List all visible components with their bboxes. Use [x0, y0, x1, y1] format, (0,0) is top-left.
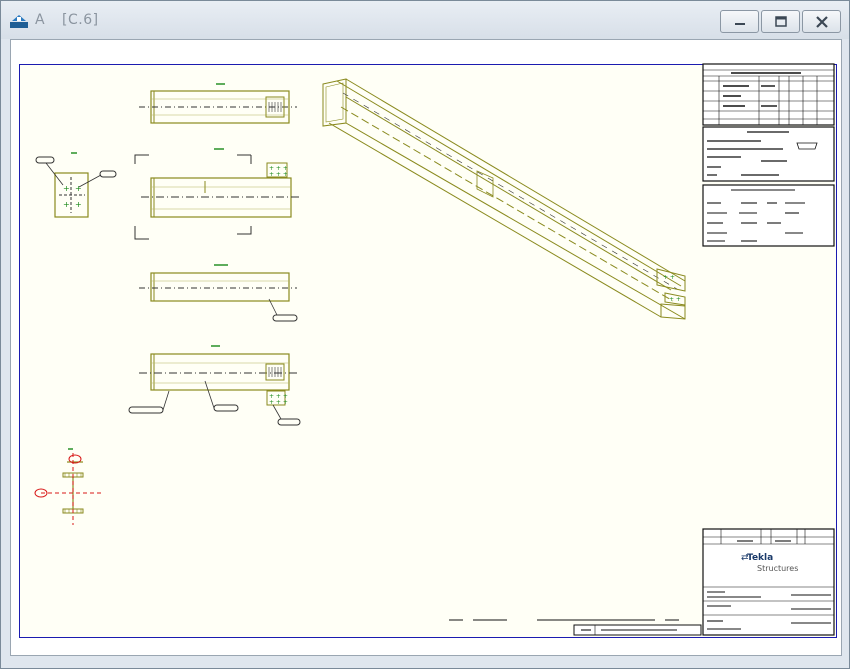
table-part-list[interactable]: [702, 63, 835, 126]
svg-text:+ + +: + + +: [269, 171, 288, 178]
view-lower-elevation[interactable]: + + ++ + +: [128, 345, 301, 426]
svg-text:+ + +: + + +: [269, 399, 288, 406]
svg-text:+: +: [75, 200, 82, 209]
svg-text:+: +: [63, 200, 70, 209]
view-end-section[interactable]: + + + +: [35, 152, 117, 218]
svg-text:+: +: [75, 184, 82, 193]
view-top-elevation[interactable]: [139, 83, 297, 124]
title-block[interactable]: [702, 528, 835, 636]
svg-text:+ +: + +: [663, 274, 675, 281]
view-cross-section[interactable]: [34, 448, 103, 525]
view-front-elevation[interactable]: + + ++ + +: [134, 148, 299, 240]
brand-subtitle: Structures: [757, 564, 799, 573]
svg-text:+: +: [63, 184, 70, 193]
brand-name: Tekla: [747, 553, 774, 563]
table-notes[interactable]: [702, 126, 835, 182]
view-3d-isometric[interactable]: + + + +: [322, 78, 686, 320]
view-bottom-elevation[interactable]: [139, 264, 298, 322]
table-revisions[interactable]: [702, 184, 835, 247]
svg-text:+ +: + +: [669, 296, 681, 303]
table-drawing-info[interactable]: [449, 619, 702, 636]
drawing-editor-window: A [C.6] + + + + + + + + + + + + + + + + …: [0, 0, 850, 669]
drawing-content: + ++ + + + ++ + + + + ++ + + + ++ +: [34, 63, 835, 636]
